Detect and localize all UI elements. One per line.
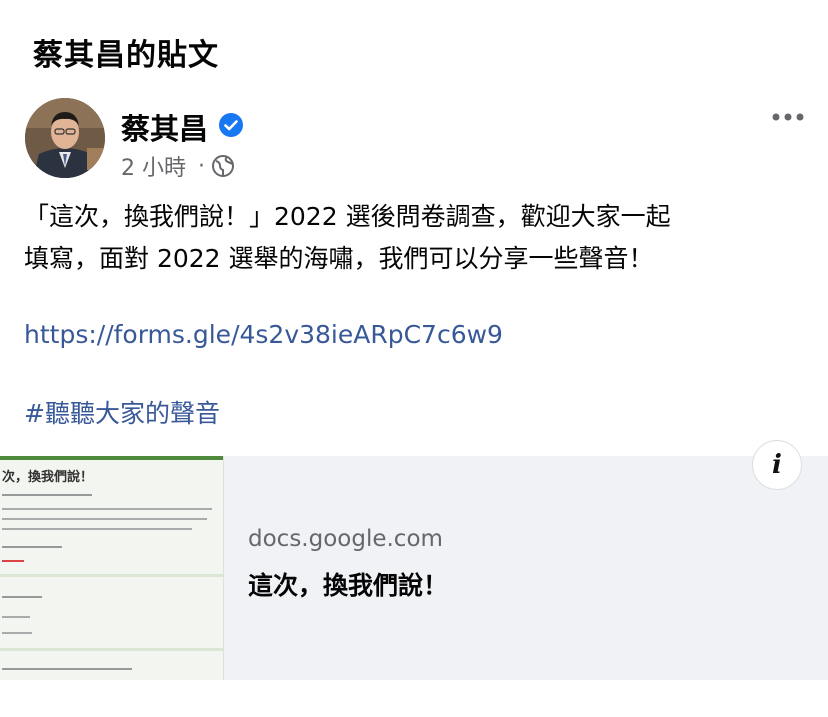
globe-icon (212, 155, 234, 177)
page-title: 蔡其昌的貼文 (33, 38, 219, 73)
thumbnail-title: 次，換我們說！ (2, 470, 94, 485)
link-domain: docs.google.com (248, 526, 443, 552)
avatar-photo (25, 98, 105, 178)
post-hashtag[interactable]: #聽聽大家的聲音 (24, 393, 220, 435)
link-preview-info: docs.google.com 這次，換我們說！ (224, 456, 828, 680)
post-meta: 2 小時 · (121, 150, 235, 182)
post-link[interactable]: https://forms.gle/4s2v38ieARpC7c6w9 (24, 314, 503, 356)
meta-separator: · (198, 153, 205, 179)
more-horizontal-icon[interactable] (770, 107, 806, 127)
avatar[interactable] (25, 98, 105, 178)
post-timestamp[interactable]: 2 小時 (121, 150, 186, 182)
info-icon[interactable]: i (752, 440, 802, 490)
link-preview-card[interactable]: 次，換我們說！ docs.google.com 這次，換我們說！ (0, 456, 828, 680)
post-text-line: 「這次，換我們說！」2022 選後問卷調查，歡迎大家一起 (24, 202, 671, 231)
author-name[interactable]: 蔡其昌 (121, 106, 208, 148)
post-text-line: 填寫，面對 2022 選舉的海嘯，我們可以分享一些聲音！ (24, 244, 654, 273)
link-preview-thumbnail: 次，換我們說！ (0, 456, 224, 680)
link-title: 這次，換我們說！ (248, 571, 449, 600)
verified-badge-icon (219, 113, 243, 137)
post-body: 「這次，換我們說！」2022 選後問卷調查，歡迎大家一起 填寫，面對 2022 … (24, 196, 814, 280)
